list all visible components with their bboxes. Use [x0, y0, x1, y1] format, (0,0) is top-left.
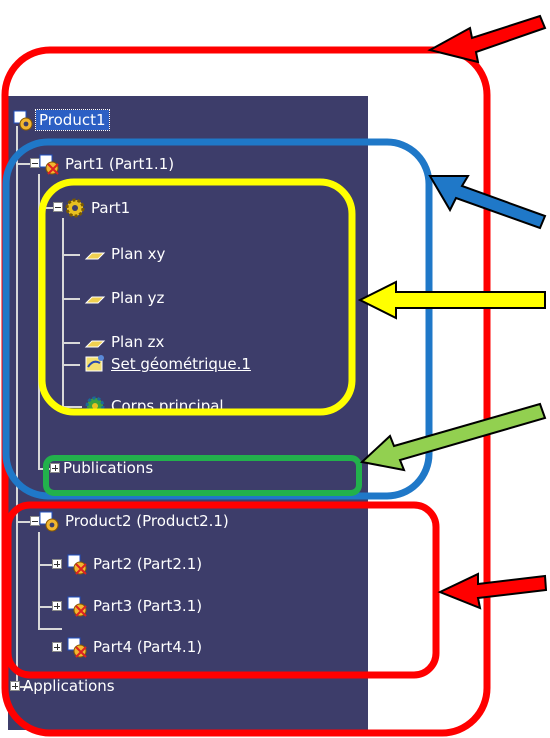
tree-node-plan-xy[interactable]: Plan xy — [84, 240, 168, 268]
product-icon — [12, 109, 34, 131]
yellow-arrow — [357, 280, 546, 320]
tree-line-part1 — [38, 174, 40, 469]
tree-label-set-geometrique: Set géométrique.1 — [111, 355, 251, 373]
tree-node-applications[interactable]: Applications — [20, 672, 118, 700]
tree-label-part1: Part1 — [91, 199, 131, 217]
tree-label-publications: Publications — [63, 459, 154, 477]
tree-line — [38, 628, 62, 630]
tree-line — [62, 298, 80, 300]
tree-label-part3: Part3 (Part3.1) — [93, 597, 203, 615]
tree-node-part3[interactable]: Part3 (Part3.1) — [66, 592, 205, 620]
tree-line — [62, 342, 80, 344]
tree-line-part1-children — [62, 218, 64, 406]
part-instance-icon — [66, 595, 88, 617]
red-arrow-top — [427, 14, 547, 64]
tree-label-corps-principal: Corps principal — [111, 397, 224, 415]
tree-line-product2 — [38, 532, 40, 628]
tree-label-plan-yz: Plan yz — [111, 289, 165, 307]
tree-label-plan-xy: Plan xy — [111, 245, 166, 263]
part-instance-icon — [66, 553, 88, 575]
expand-part2-toggle[interactable] — [52, 559, 62, 569]
red-arrow-bottom — [437, 572, 548, 610]
tree-node-product2[interactable]: Product2 (Product2.1) — [38, 507, 232, 535]
expand-publications-toggle[interactable] — [50, 463, 60, 473]
specification-tree-panel: Product1 Part1 (Part1.1) Part1 Plan xy P… — [8, 96, 368, 730]
body-gear-icon — [84, 395, 106, 417]
expand-part3-toggle[interactable] — [52, 601, 62, 611]
tree-label-part2: Part2 (Part2.1) — [93, 555, 203, 573]
product-icon — [38, 510, 60, 532]
tree-node-corps-principal[interactable]: Corps principal — [84, 392, 227, 420]
expand-applications-toggle[interactable] — [10, 681, 20, 691]
tree-line — [62, 364, 80, 366]
tree-node-set-geometrique[interactable]: Set géométrique.1 — [84, 350, 254, 378]
collapse-part1-body-toggle[interactable] — [53, 202, 63, 212]
tree-label-product1: Product1 — [35, 109, 110, 131]
tree-node-part1[interactable]: Part1 — [64, 194, 133, 222]
geometrical-set-icon — [84, 353, 106, 375]
part-instance-icon — [66, 636, 88, 658]
tree-node-part4[interactable]: Part4 (Part4.1) — [66, 633, 205, 661]
tree-line-root — [16, 126, 18, 686]
tree-node-publications[interactable]: Publications — [60, 454, 156, 482]
gear-icon — [64, 197, 86, 219]
tree-label-plan-zx: Plan zx — [111, 333, 165, 351]
part-instance-icon — [38, 153, 60, 175]
green-arrow — [359, 402, 547, 472]
blue-arrow — [428, 175, 547, 230]
tree-label-applications: Applications — [23, 677, 115, 695]
tree-node-part2[interactable]: Part2 (Part2.1) — [66, 550, 205, 578]
tree-node-part1-instance[interactable]: Part1 (Part1.1) — [38, 150, 177, 178]
tree-node-plan-yz[interactable]: Plan yz — [84, 284, 167, 312]
tree-label-product2: Product2 (Product2.1) — [65, 512, 229, 530]
tree-line — [62, 254, 80, 256]
plane-icon — [84, 243, 106, 265]
tree-line — [62, 406, 82, 408]
expand-part4-toggle[interactable] — [52, 642, 62, 652]
tree-node-product1[interactable]: Product1 — [12, 106, 110, 134]
tree-label-part4: Part4 (Part4.1) — [93, 638, 203, 656]
plane-icon — [84, 287, 106, 309]
tree-label-part1-instance: Part1 (Part1.1) — [65, 155, 175, 173]
